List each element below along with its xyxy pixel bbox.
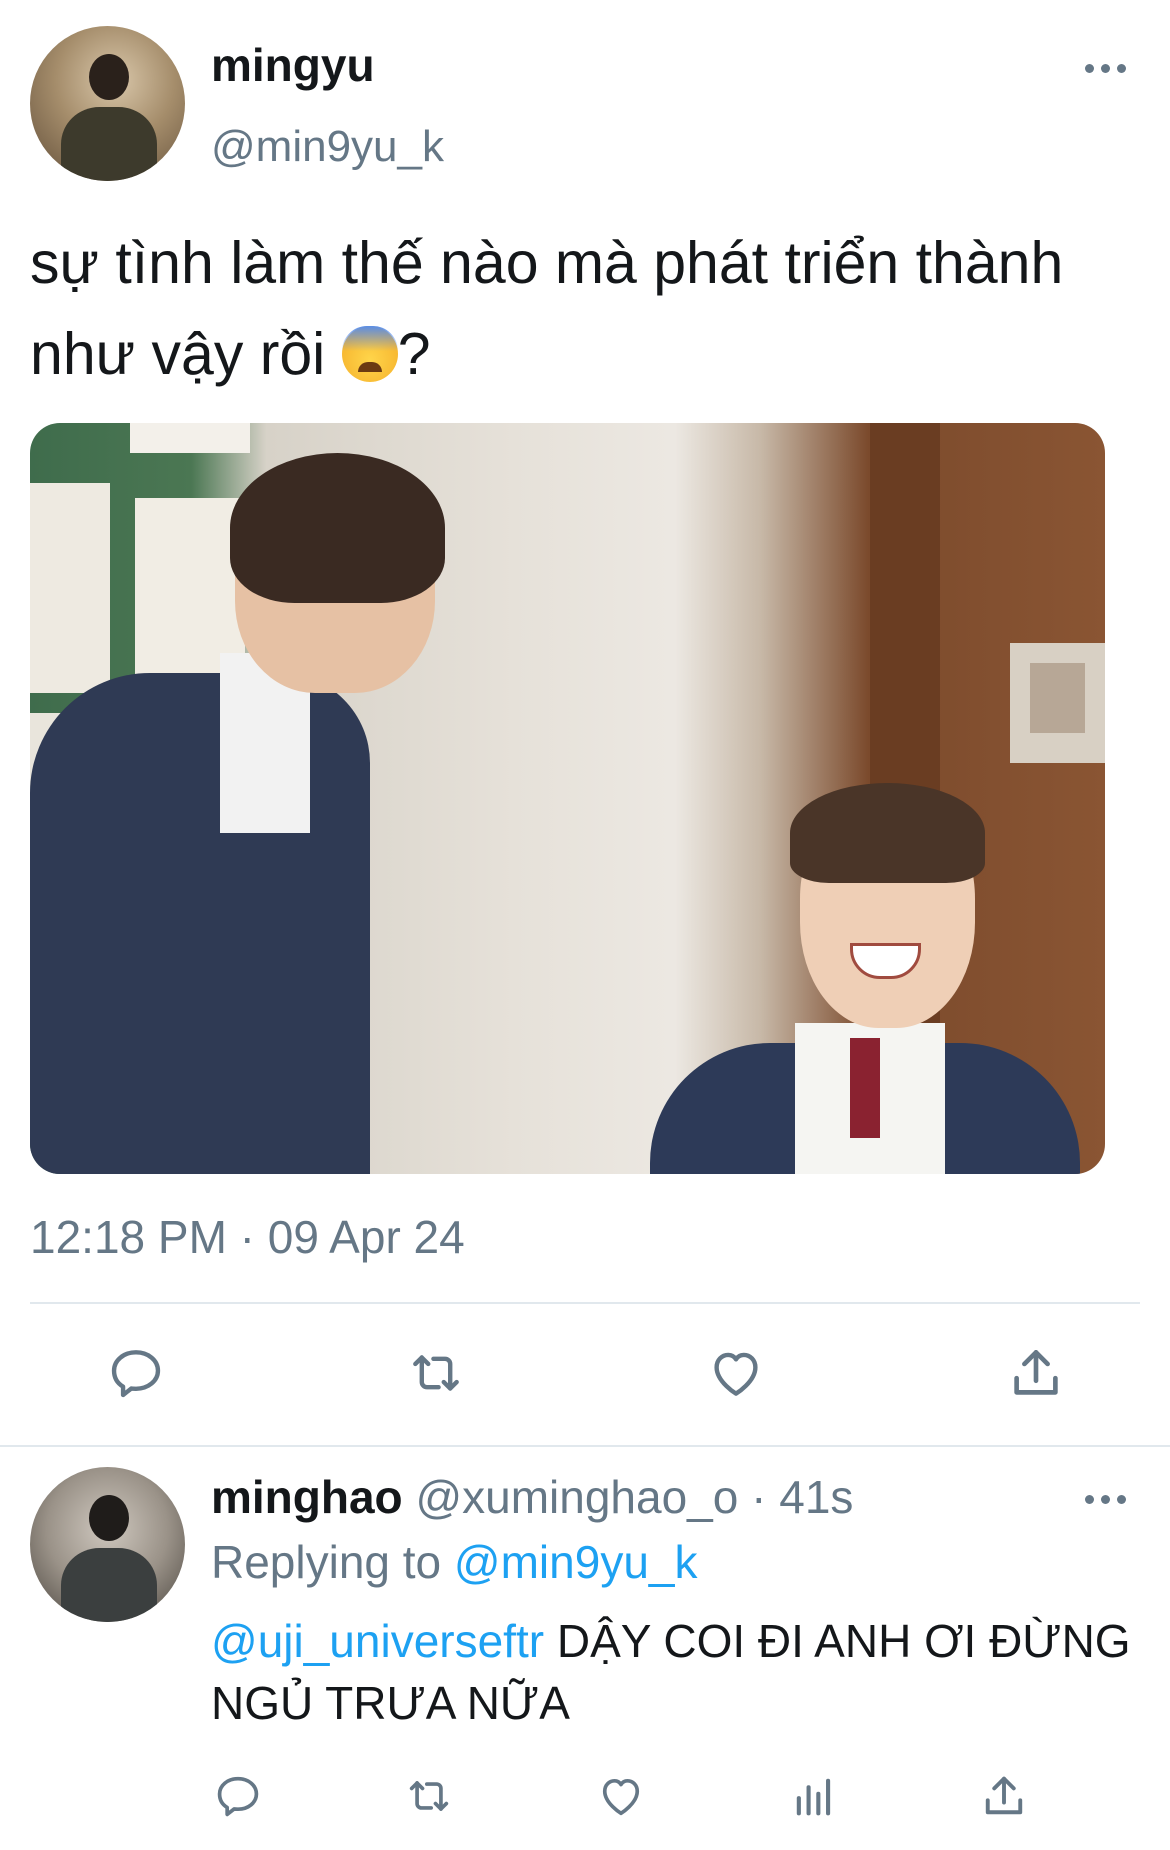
reply-handle[interactable]: @xuminghao_o: [415, 1471, 738, 1523]
tweet-photo[interactable]: [30, 423, 1105, 1174]
divider: [30, 1302, 1140, 1304]
tweet-text-body: sự tình làm thế nào mà phát triển thành …: [30, 230, 1064, 387]
more-options-icon[interactable]: [1085, 60, 1131, 76]
retweet-icon[interactable]: [403, 1770, 455, 1822]
tweet-text-suffix: ?: [397, 321, 431, 387]
reply-icon[interactable]: [105, 1342, 167, 1404]
reply-text: @uji_universeftr DẬY COI ĐI ANH ƠI ĐỪNG …: [211, 1610, 1131, 1734]
retweet-icon[interactable]: [405, 1342, 467, 1404]
like-icon[interactable]: [705, 1342, 767, 1404]
replying-to: Replying to @min9yu_k: [211, 1535, 698, 1589]
author-handle[interactable]: @min9yu_k: [211, 122, 444, 172]
replying-to-label: Replying to: [211, 1536, 442, 1588]
reply-author-avatar[interactable]: [30, 1467, 185, 1622]
author-display-name[interactable]: mingyu: [211, 38, 375, 92]
reply-age[interactable]: 41s: [779, 1471, 853, 1523]
like-icon[interactable]: [595, 1770, 647, 1822]
share-icon[interactable]: [978, 1770, 1030, 1822]
tweet-text: sự tình làm thế nào mà phát triển thành …: [30, 218, 1130, 400]
reply-mention-link[interactable]: @uji_universeftr: [211, 1615, 544, 1667]
tweet-timestamp[interactable]: 12:18 PM · 09 Apr 24: [30, 1210, 465, 1264]
replying-to-handle-link[interactable]: @min9yu_k: [454, 1536, 698, 1588]
section-divider: [0, 1445, 1170, 1447]
analytics-icon[interactable]: [788, 1770, 840, 1822]
anxious-face-emoji-icon: [341, 326, 398, 382]
author-avatar[interactable]: [30, 26, 185, 181]
reply-more-options-icon[interactable]: [1085, 1491, 1131, 1507]
reply-display-name[interactable]: minghao: [211, 1471, 403, 1523]
share-icon[interactable]: [1005, 1342, 1067, 1404]
reply-icon[interactable]: [212, 1770, 264, 1822]
reply-header: minghao @xuminghao_o · 41s: [211, 1470, 853, 1524]
reply-separator: ·: [751, 1471, 767, 1523]
